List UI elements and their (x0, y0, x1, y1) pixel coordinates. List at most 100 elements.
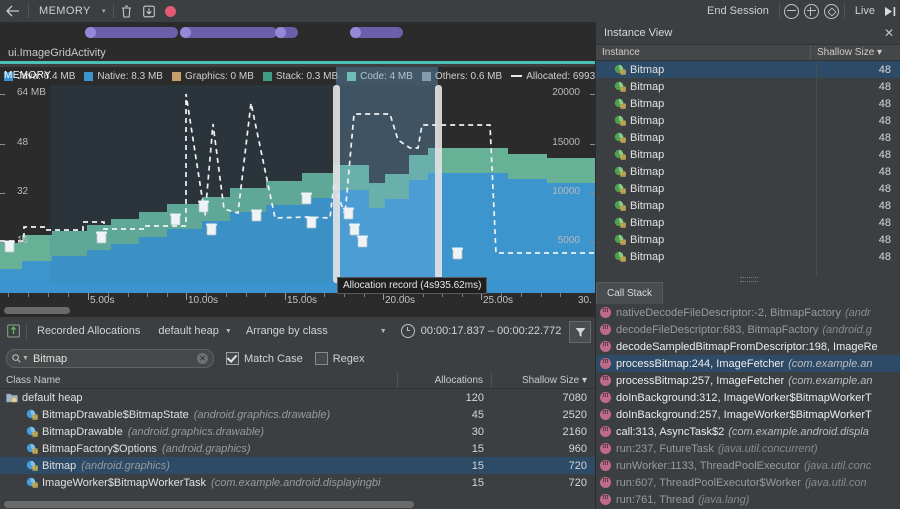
instance-row-selected[interactable]: Bitmap 48 (596, 61, 900, 78)
export-icon[interactable] (0, 317, 26, 345)
event-pill[interactable] (180, 27, 277, 38)
gc-marker[interactable] (452, 247, 463, 260)
call-stack-row[interactable]: processBitmap:257, ImageFetcher (com.exa… (596, 372, 900, 389)
event-pill[interactable] (275, 27, 298, 38)
event-pill[interactable] (350, 27, 403, 38)
instance-row[interactable]: Bitmap 48 (596, 163, 900, 180)
legend-swatch-allocated (511, 75, 522, 77)
gc-marker[interactable] (170, 213, 181, 226)
column-header-instance[interactable]: Instance (596, 45, 811, 60)
clear-icon[interactable]: ✕ (197, 353, 208, 364)
call-stack-row[interactable]: run:761, Thread (java.lang) (596, 491, 900, 508)
table-row[interactable]: BitmapFactory$Options (android.graphics)… (0, 440, 595, 457)
trash-icon[interactable] (116, 0, 138, 22)
gc-marker[interactable] (206, 223, 217, 236)
table-scrollbar[interactable] (0, 500, 595, 509)
instance-row[interactable]: Bitmap 48 (596, 95, 900, 112)
call-stack-tabs: Call Stack (596, 283, 900, 304)
filter-icon[interactable] (569, 321, 591, 343)
gc-marker[interactable] (96, 231, 107, 244)
instance-row[interactable]: Bitmap 48 (596, 129, 900, 146)
timeline-axis[interactable]: 5.00s 10.00s 15.00s 20.00s 25.00s 30. (0, 283, 595, 305)
timeline-scrollbar[interactable] (0, 305, 595, 316)
instance-view-columns: Instance Shallow Size ▾ (596, 45, 900, 61)
class-icon (26, 460, 38, 472)
back-arrow-icon[interactable] (0, 0, 26, 22)
allocations-value: 45 (399, 409, 492, 421)
checkbox-box (315, 352, 328, 365)
heap-selector[interactable]: default heap ▼ (150, 325, 236, 337)
shallow-size-value: 960 (492, 443, 595, 455)
go-live-icon[interactable] (880, 1, 900, 21)
instance-row[interactable]: Bitmap 48 (596, 214, 900, 231)
call-stack-row[interactable]: doInBackground:257, ImageWorker$BitmapWo… (596, 406, 900, 423)
selection-handle-left[interactable] (333, 85, 340, 283)
call-stack-row[interactable]: call:313, AsyncTask$2 (com.example.andro… (596, 423, 900, 440)
zoom-in-icon[interactable] (802, 1, 822, 21)
call-stack-method: decodeSampledBitmapFromDescriptor:198, I… (616, 341, 878, 353)
search-input[interactable]: ▼ Bitmap ✕ (6, 349, 214, 368)
column-header-allocations[interactable]: Allocations (398, 372, 492, 388)
call-stack-row[interactable]: decodeFileDescriptor:683, BitmapFactory … (596, 321, 900, 338)
legend-swatch-graphics (172, 72, 181, 81)
instance-row[interactable]: Bitmap 48 (596, 231, 900, 248)
end-session-button[interactable]: End Session (699, 5, 777, 17)
close-icon[interactable]: ✕ (877, 22, 900, 44)
column-header-class-name[interactable]: Class Name (0, 372, 398, 388)
allocations-value: 30 (399, 426, 492, 438)
arrange-selector[interactable]: Arrange by class ▼ (236, 325, 391, 337)
legend-swatch-stack (263, 72, 272, 81)
instance-row[interactable]: Bitmap 48 (596, 197, 900, 214)
table-row[interactable]: default heap 120 7080 (0, 389, 595, 406)
event-track[interactable] (0, 22, 595, 44)
zoom-reset-icon[interactable] (822, 1, 842, 21)
scrollbar-thumb[interactable] (4, 501, 414, 508)
gc-marker[interactable] (301, 192, 312, 205)
call-stack-list[interactable]: nativeDecodeFileDescriptor:-2, BitmapFac… (596, 304, 900, 508)
call-stack-row[interactable]: run:607, ThreadPoolExecutor$Worker (java… (596, 474, 900, 491)
call-stack-row[interactable]: doInBackground:312, ImageWorker$BitmapWo… (596, 389, 900, 406)
instance-size: 48 (807, 149, 900, 161)
call-stack-row[interactable]: run:237, FutureTask (java.util.concurren… (596, 440, 900, 457)
instance-row[interactable]: Bitmap 48 (596, 112, 900, 129)
instance-row[interactable]: Bitmap 48 (596, 180, 900, 197)
live-button[interactable]: Live (847, 5, 880, 17)
chevron-down-icon[interactable]: ▾ (97, 0, 111, 22)
arrange-selector-value: Arrange by class (246, 325, 328, 337)
instance-row[interactable]: Bitmap 48 (596, 78, 900, 95)
memory-chart[interactable]: 64 MB 48 32 16 20000 15000 10000 5000 (0, 85, 595, 283)
tab-call-stack[interactable]: Call Stack (596, 282, 663, 304)
instance-name: Bitmap (630, 98, 664, 110)
record-dot-icon[interactable] (160, 0, 182, 22)
gc-marker[interactable] (306, 216, 317, 229)
column-header-shallow-size[interactable]: Shallow Size ▾ (492, 372, 595, 388)
table-row[interactable]: ImageWorker$BitmapWorkerTask (com.exampl… (0, 474, 595, 491)
gc-marker[interactable] (357, 235, 368, 248)
call-stack-row[interactable]: nativeDecodeFileDescriptor:-2, BitmapFac… (596, 304, 900, 321)
scrollbar-thumb[interactable] (4, 307, 70, 314)
gc-marker[interactable] (343, 207, 354, 220)
class-name: BitmapFactory$Options (42, 443, 157, 455)
instance-row[interactable]: Bitmap 48 (596, 248, 900, 265)
match-case-checkbox[interactable]: Match Case (226, 352, 303, 365)
selection-handle-right[interactable] (435, 85, 442, 283)
gc-marker[interactable] (4, 240, 15, 253)
call-stack-row[interactable]: runWorker:1133, ThreadPoolExecutor (java… (596, 457, 900, 474)
search-row: ▼ Bitmap ✕ Match Case Regex (0, 345, 595, 372)
column-header-shallow-size[interactable]: Shallow Size ▾ (811, 45, 900, 60)
legend-label-stack: Stack: 0.3 MB (276, 71, 338, 82)
instance-row[interactable]: Bitmap 48 (596, 146, 900, 163)
instance-list[interactable]: Bitmap 48 Bitmap 48 Bitmap 48 Bitmap 48 (596, 61, 900, 276)
save-icon[interactable] (138, 0, 160, 22)
regex-checkbox[interactable]: Regex (315, 352, 365, 365)
event-pill[interactable] (85, 27, 178, 38)
table-row[interactable]: BitmapDrawable (android.graphics.drawabl… (0, 423, 595, 440)
class-package: (com.example.android.displayingbi (211, 477, 380, 489)
zoom-out-icon[interactable] (782, 1, 802, 21)
table-row[interactable]: BitmapDrawable$BitmapState (android.grap… (0, 406, 595, 423)
gc-marker[interactable] (198, 200, 209, 213)
call-stack-row-selected[interactable]: processBitmap:244, ImageFetcher (com.exa… (596, 355, 900, 372)
table-row-selected[interactable]: Bitmap (android.graphics) 15 720 (0, 457, 595, 474)
gc-marker[interactable] (251, 209, 262, 222)
call-stack-row[interactable]: decodeSampledBitmapFromDescriptor:198, I… (596, 338, 900, 355)
